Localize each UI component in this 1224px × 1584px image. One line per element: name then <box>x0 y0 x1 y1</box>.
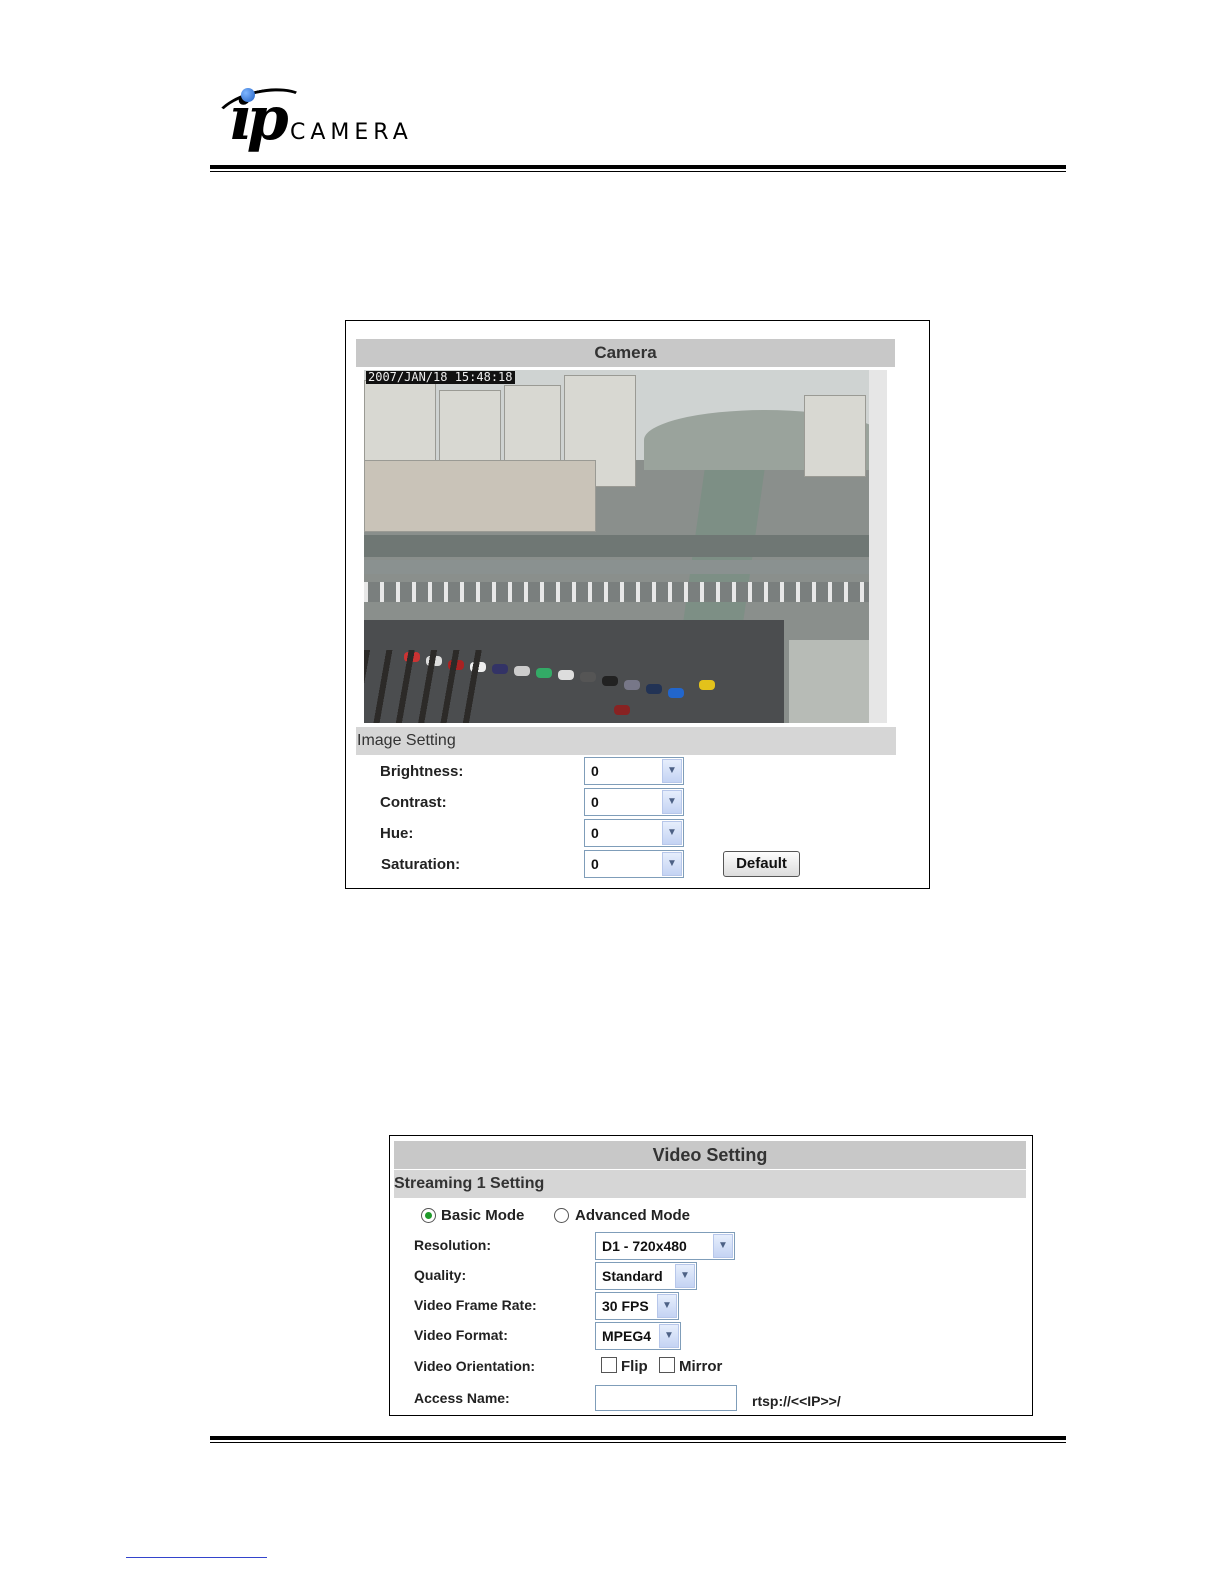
footnote-link-underline <box>126 1557 267 1558</box>
basic-mode-label[interactable]: Basic Mode <box>441 1207 524 1224</box>
camera-panel: Camera 2007/JAN/18 15:48:18 Image Settin… <box>345 320 930 889</box>
mirror-checkbox[interactable] <box>659 1357 675 1373</box>
default-button[interactable]: Default <box>723 851 800 877</box>
resolution-label: Resolution: <box>414 1237 491 1253</box>
chevron-down-icon: ▼ <box>662 821 682 845</box>
header-rule <box>210 165 1066 172</box>
logo-camera-text: CAMERA <box>290 120 413 145</box>
rtsp-prefix-text: rtsp://<<IP>>/ <box>752 1393 841 1409</box>
saturation-value: 0 <box>591 856 599 872</box>
mirror-label[interactable]: Mirror <box>679 1358 722 1375</box>
hue-value: 0 <box>591 825 599 841</box>
quality-select[interactable]: Standard ▼ <box>595 1262 697 1290</box>
video-format-value: MPEG4 <box>602 1328 652 1344</box>
advanced-mode-radio[interactable] <box>554 1208 569 1223</box>
chevron-down-icon: ▼ <box>662 759 682 783</box>
resolution-value: D1 - 720x480 <box>602 1238 687 1254</box>
camera-title-bar: Camera <box>356 339 895 367</box>
video-setting-panel: Video Setting Streaming 1 Setting Basic … <box>389 1135 1033 1416</box>
camera-timestamp-overlay: 2007/JAN/18 15:48:18 <box>366 370 515 384</box>
image-setting-bar: Image Setting <box>356 727 896 755</box>
hue-select[interactable]: 0 ▼ <box>584 819 684 847</box>
chevron-down-icon: ▼ <box>675 1264 695 1288</box>
brightness-label: Brightness: <box>380 763 464 780</box>
footer-rule <box>210 1436 1066 1443</box>
video-format-label: Video Format: <box>414 1327 508 1343</box>
chevron-down-icon: ▼ <box>662 790 682 814</box>
contrast-value: 0 <box>591 794 599 810</box>
flip-label[interactable]: Flip <box>621 1358 648 1375</box>
chevron-down-icon: ▼ <box>713 1234 733 1258</box>
logo-ip-text: ip <box>230 84 289 154</box>
quality-value: Standard <box>602 1268 663 1284</box>
saturation-label: Saturation: <box>381 856 461 873</box>
streaming-setting-bar: Streaming 1 Setting <box>394 1170 1026 1198</box>
quality-label: Quality: <box>414 1267 467 1283</box>
brightness-value: 0 <box>591 763 599 779</box>
contrast-select[interactable]: 0 ▼ <box>584 788 684 816</box>
camera-live-view: 2007/JAN/18 15:48:18 <box>364 370 887 723</box>
video-setting-title-bar: Video Setting <box>394 1141 1026 1169</box>
chevron-down-icon: ▼ <box>659 1324 679 1348</box>
chevron-down-icon: ▼ <box>657 1294 677 1318</box>
basic-mode-radio[interactable] <box>421 1208 436 1223</box>
video-orientation-label: Video Orientation: <box>414 1358 536 1374</box>
contrast-label: Contrast: <box>380 794 447 811</box>
video-format-select[interactable]: MPEG4 ▼ <box>595 1322 681 1350</box>
flip-checkbox[interactable] <box>601 1357 617 1373</box>
saturation-select[interactable]: 0 ▼ <box>584 850 684 878</box>
frame-rate-label: Video Frame Rate: <box>414 1297 537 1313</box>
frame-rate-select[interactable]: 30 FPS ▼ <box>595 1292 679 1320</box>
chevron-down-icon: ▼ <box>662 852 682 876</box>
frame-rate-value: 30 FPS <box>602 1298 649 1314</box>
advanced-mode-label[interactable]: Advanced Mode <box>575 1207 690 1224</box>
logo-globe-dot <box>241 88 255 102</box>
brightness-select[interactable]: 0 ▼ <box>584 757 684 785</box>
access-name-input[interactable] <box>595 1385 737 1411</box>
resolution-select[interactable]: D1 - 720x480 ▼ <box>595 1232 735 1260</box>
access-name-label: Access Name: <box>414 1390 510 1406</box>
ip-camera-logo: ip CAMERA <box>210 80 454 166</box>
hue-label: Hue: <box>380 825 414 842</box>
